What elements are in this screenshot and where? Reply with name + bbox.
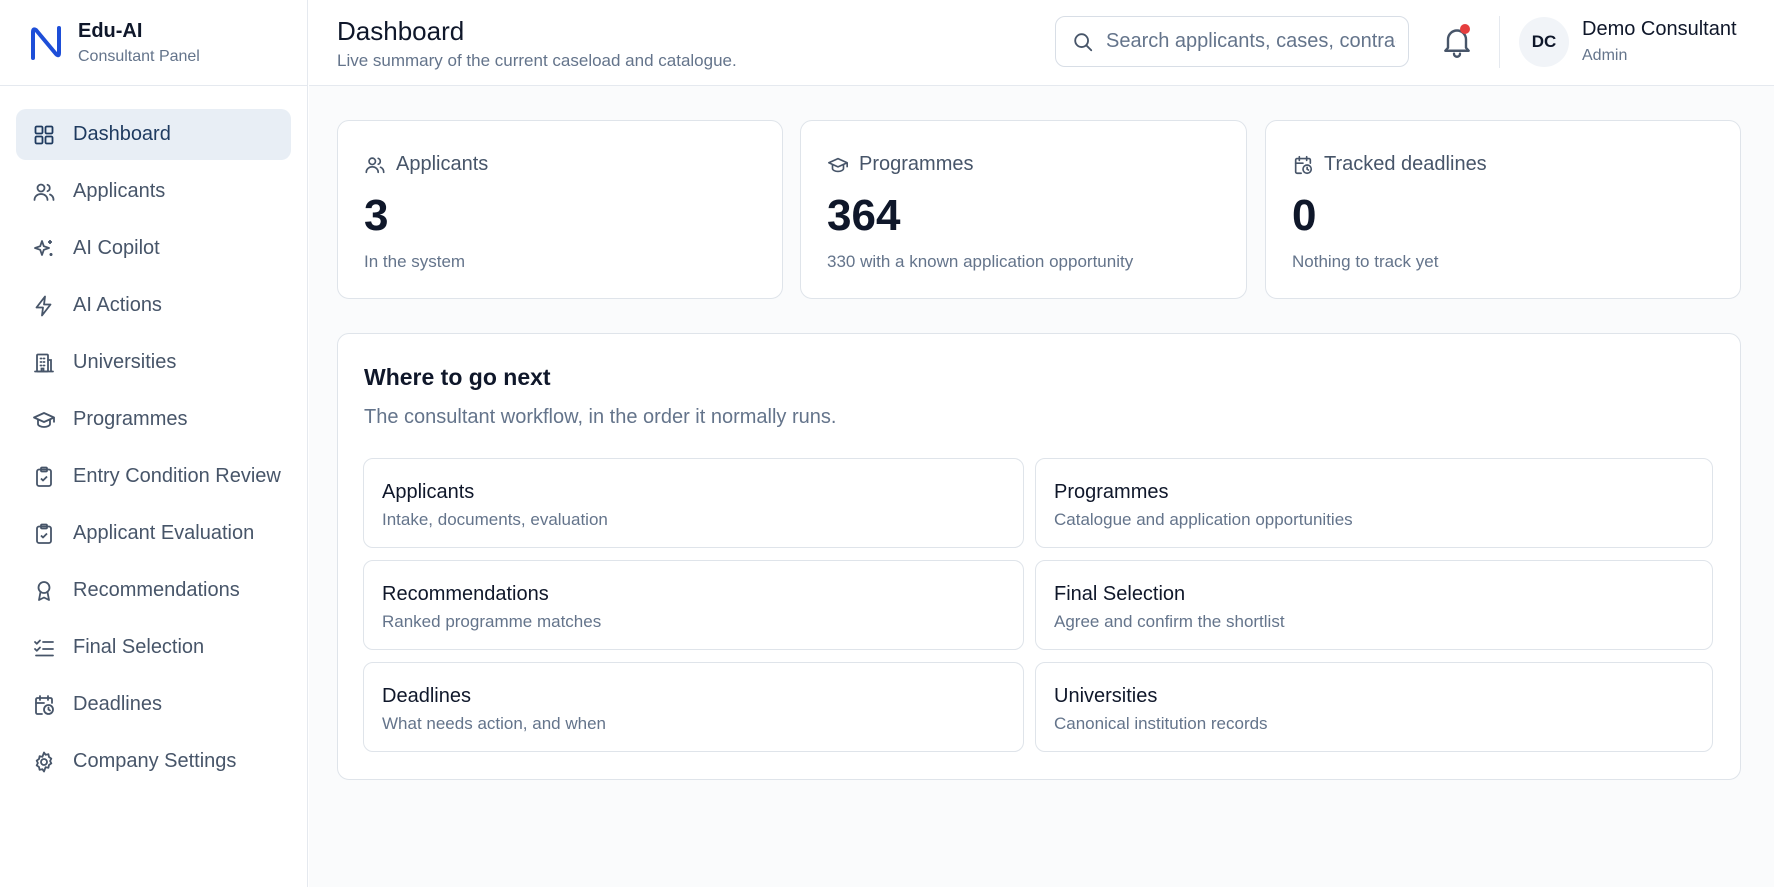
- sidebar-item-label: AI Actions: [73, 294, 162, 316]
- clipboard-check-icon: [36, 466, 52, 487]
- stat-value: 3: [364, 191, 389, 240]
- quicklink-final-selection[interactable]: Final Selection Agree and confirm the sh…: [1035, 560, 1713, 650]
- sidebar-item-applicants[interactable]: Applicants: [16, 166, 291, 217]
- stat-card-programmes: Programmes 364 330 with a known applicat…: [800, 120, 1247, 299]
- stat-value: 364: [827, 191, 901, 240]
- user-name[interactable]: Demo Consultant: [1582, 18, 1737, 41]
- sidebar-item-label: Applicant Evaluation: [73, 522, 255, 544]
- sparkles-icon: [34, 239, 53, 256]
- sidebar-item-deadlines[interactable]: Deadlines: [16, 679, 291, 730]
- sidebar-item-entry-condition-review[interactable]: Entry Condition Review: [16, 451, 291, 502]
- stat-card-header: Applicants: [364, 153, 488, 176]
- sidebar-item-label: Recommendations: [73, 579, 240, 601]
- list-checks-icon: [34, 639, 54, 656]
- sidebar-item-ai-copilot[interactable]: AI Copilot: [16, 223, 291, 274]
- top-header: Dashboard Live summary of the current ca…: [309, 0, 1774, 86]
- section-title: Where to go next: [364, 364, 551, 390]
- stat-label: Programmes: [859, 153, 974, 175]
- quicklink-deadlines[interactable]: Deadlines What needs action, and when: [363, 662, 1024, 752]
- quicklink-programmes[interactable]: Programmes Catalogue and application opp…: [1035, 458, 1713, 548]
- quicklink-recommendations[interactable]: Recommendations Ranked programme matches: [363, 560, 1024, 650]
- calendar-clock-icon: [35, 694, 54, 715]
- stat-note: Nothing to track yet: [1292, 252, 1439, 271]
- sidebar-item-ai-actions[interactable]: AI Actions: [16, 280, 291, 331]
- notification-dot: [1460, 24, 1470, 34]
- tile-desc: Intake, documents, evaluation: [382, 510, 608, 529]
- sidebar-item-label: Dashboard: [73, 123, 171, 145]
- sidebar-item-label: Company Settings: [73, 750, 237, 772]
- clipboard-check-icon: [36, 523, 52, 544]
- search-box[interactable]: [1055, 16, 1409, 67]
- sidebar-item-dashboard[interactable]: Dashboard: [16, 109, 291, 160]
- avatar[interactable]: DC: [1519, 17, 1569, 67]
- stat-card-header: Tracked deadlines: [1292, 153, 1487, 176]
- stat-note: 330 with a known application opportunity: [827, 252, 1134, 271]
- brand-subtitle: Consultant Panel: [78, 47, 200, 65]
- sidebar-item-applicant-evaluation[interactable]: Applicant Evaluation: [16, 508, 291, 559]
- sidebar-item-label: Final Selection: [73, 636, 205, 658]
- main-content: Dashboard Live summary of the current ca…: [309, 0, 1774, 887]
- tile-title: Final Selection: [1054, 583, 1186, 605]
- graduation-cap-icon: [828, 157, 848, 172]
- sidebar-item-label: AI Copilot: [73, 237, 160, 259]
- stat-card-header: Programmes: [827, 153, 973, 176]
- gear-icon: [35, 751, 53, 772]
- header-divider: [1499, 16, 1500, 68]
- stat-value: 0: [1292, 191, 1317, 240]
- sidebar-item-label: Universities: [73, 351, 177, 373]
- sidebar-item-recommendations[interactable]: Recommendations: [16, 565, 291, 616]
- where-to-go-next-card: Where to go next The consultant workflow…: [337, 333, 1741, 780]
- stat-card-tracked-deadlines: Tracked deadlines 0 Nothing to track yet: [1265, 120, 1741, 299]
- brand-title: Edu-AI: [78, 19, 143, 42]
- quicklink-universities[interactable]: Universities Canonical institution recor…: [1035, 662, 1713, 752]
- quicklink-applicants[interactable]: Applicants Intake, documents, evaluation: [363, 458, 1024, 548]
- brand-n-logo: [31, 25, 61, 60]
- tile-title: Universities: [1054, 685, 1158, 707]
- tile-title: Deadlines: [382, 685, 471, 707]
- lightning-icon: [35, 295, 52, 316]
- tile-title: Applicants: [382, 481, 475, 503]
- stat-card-applicants: Applicants 3 In the system: [337, 120, 783, 299]
- sidebar: Edu-AI Consultant Panel Dashboard Applic…: [0, 0, 308, 887]
- stat-note: In the system: [364, 252, 466, 271]
- tile-desc: Agree and confirm the shortlist: [1054, 612, 1285, 631]
- brand[interactable]: Edu-AI Consultant Panel: [0, 0, 307, 86]
- notifications-button[interactable]: [1439, 22, 1475, 60]
- tile-desc: Canonical institution records: [1054, 714, 1268, 733]
- search-input[interactable]: [1106, 30, 1396, 53]
- building-icon: [34, 353, 54, 372]
- sidebar-nav: Dashboard Applicants AI Copilot AI Actio…: [0, 86, 307, 787]
- page-subtitle: Live summary of the current caseload and…: [337, 51, 737, 70]
- sidebar-item-universities[interactable]: Universities: [16, 337, 291, 388]
- users-icon: [33, 183, 55, 201]
- tile-desc: What needs action, and when: [382, 714, 606, 733]
- grid-icon: [34, 125, 54, 144]
- tile-desc: Catalogue and application opportunities: [1054, 510, 1353, 529]
- stat-label: Tracked deadlines: [1324, 153, 1487, 175]
- tile-title: Programmes: [1054, 481, 1169, 503]
- sidebar-item-final-selection[interactable]: Final Selection: [16, 622, 291, 673]
- stat-label: Applicants: [396, 153, 489, 175]
- user-role: Admin: [1582, 47, 1628, 64]
- sidebar-item-company-settings[interactable]: Company Settings: [16, 736, 291, 787]
- sidebar-item-label: Programmes: [73, 408, 188, 430]
- search-icon: [1074, 32, 1093, 51]
- sidebar-item-programmes[interactable]: Programmes: [16, 394, 291, 445]
- calendar-clock-icon: [1294, 155, 1313, 174]
- sidebar-item-label: Applicants: [73, 180, 166, 202]
- tile-desc: Ranked programme matches: [382, 612, 602, 631]
- page-title: Dashboard: [337, 16, 465, 46]
- users-icon: [365, 156, 385, 173]
- tile-title: Recommendations: [382, 583, 549, 605]
- sidebar-item-label: Deadlines: [73, 693, 162, 715]
- award-icon: [37, 580, 51, 601]
- graduation-cap-icon: [33, 411, 55, 428]
- section-subtitle: The consultant workflow, in the order it…: [364, 406, 837, 428]
- sidebar-item-label: Entry Condition Review: [73, 465, 281, 487]
